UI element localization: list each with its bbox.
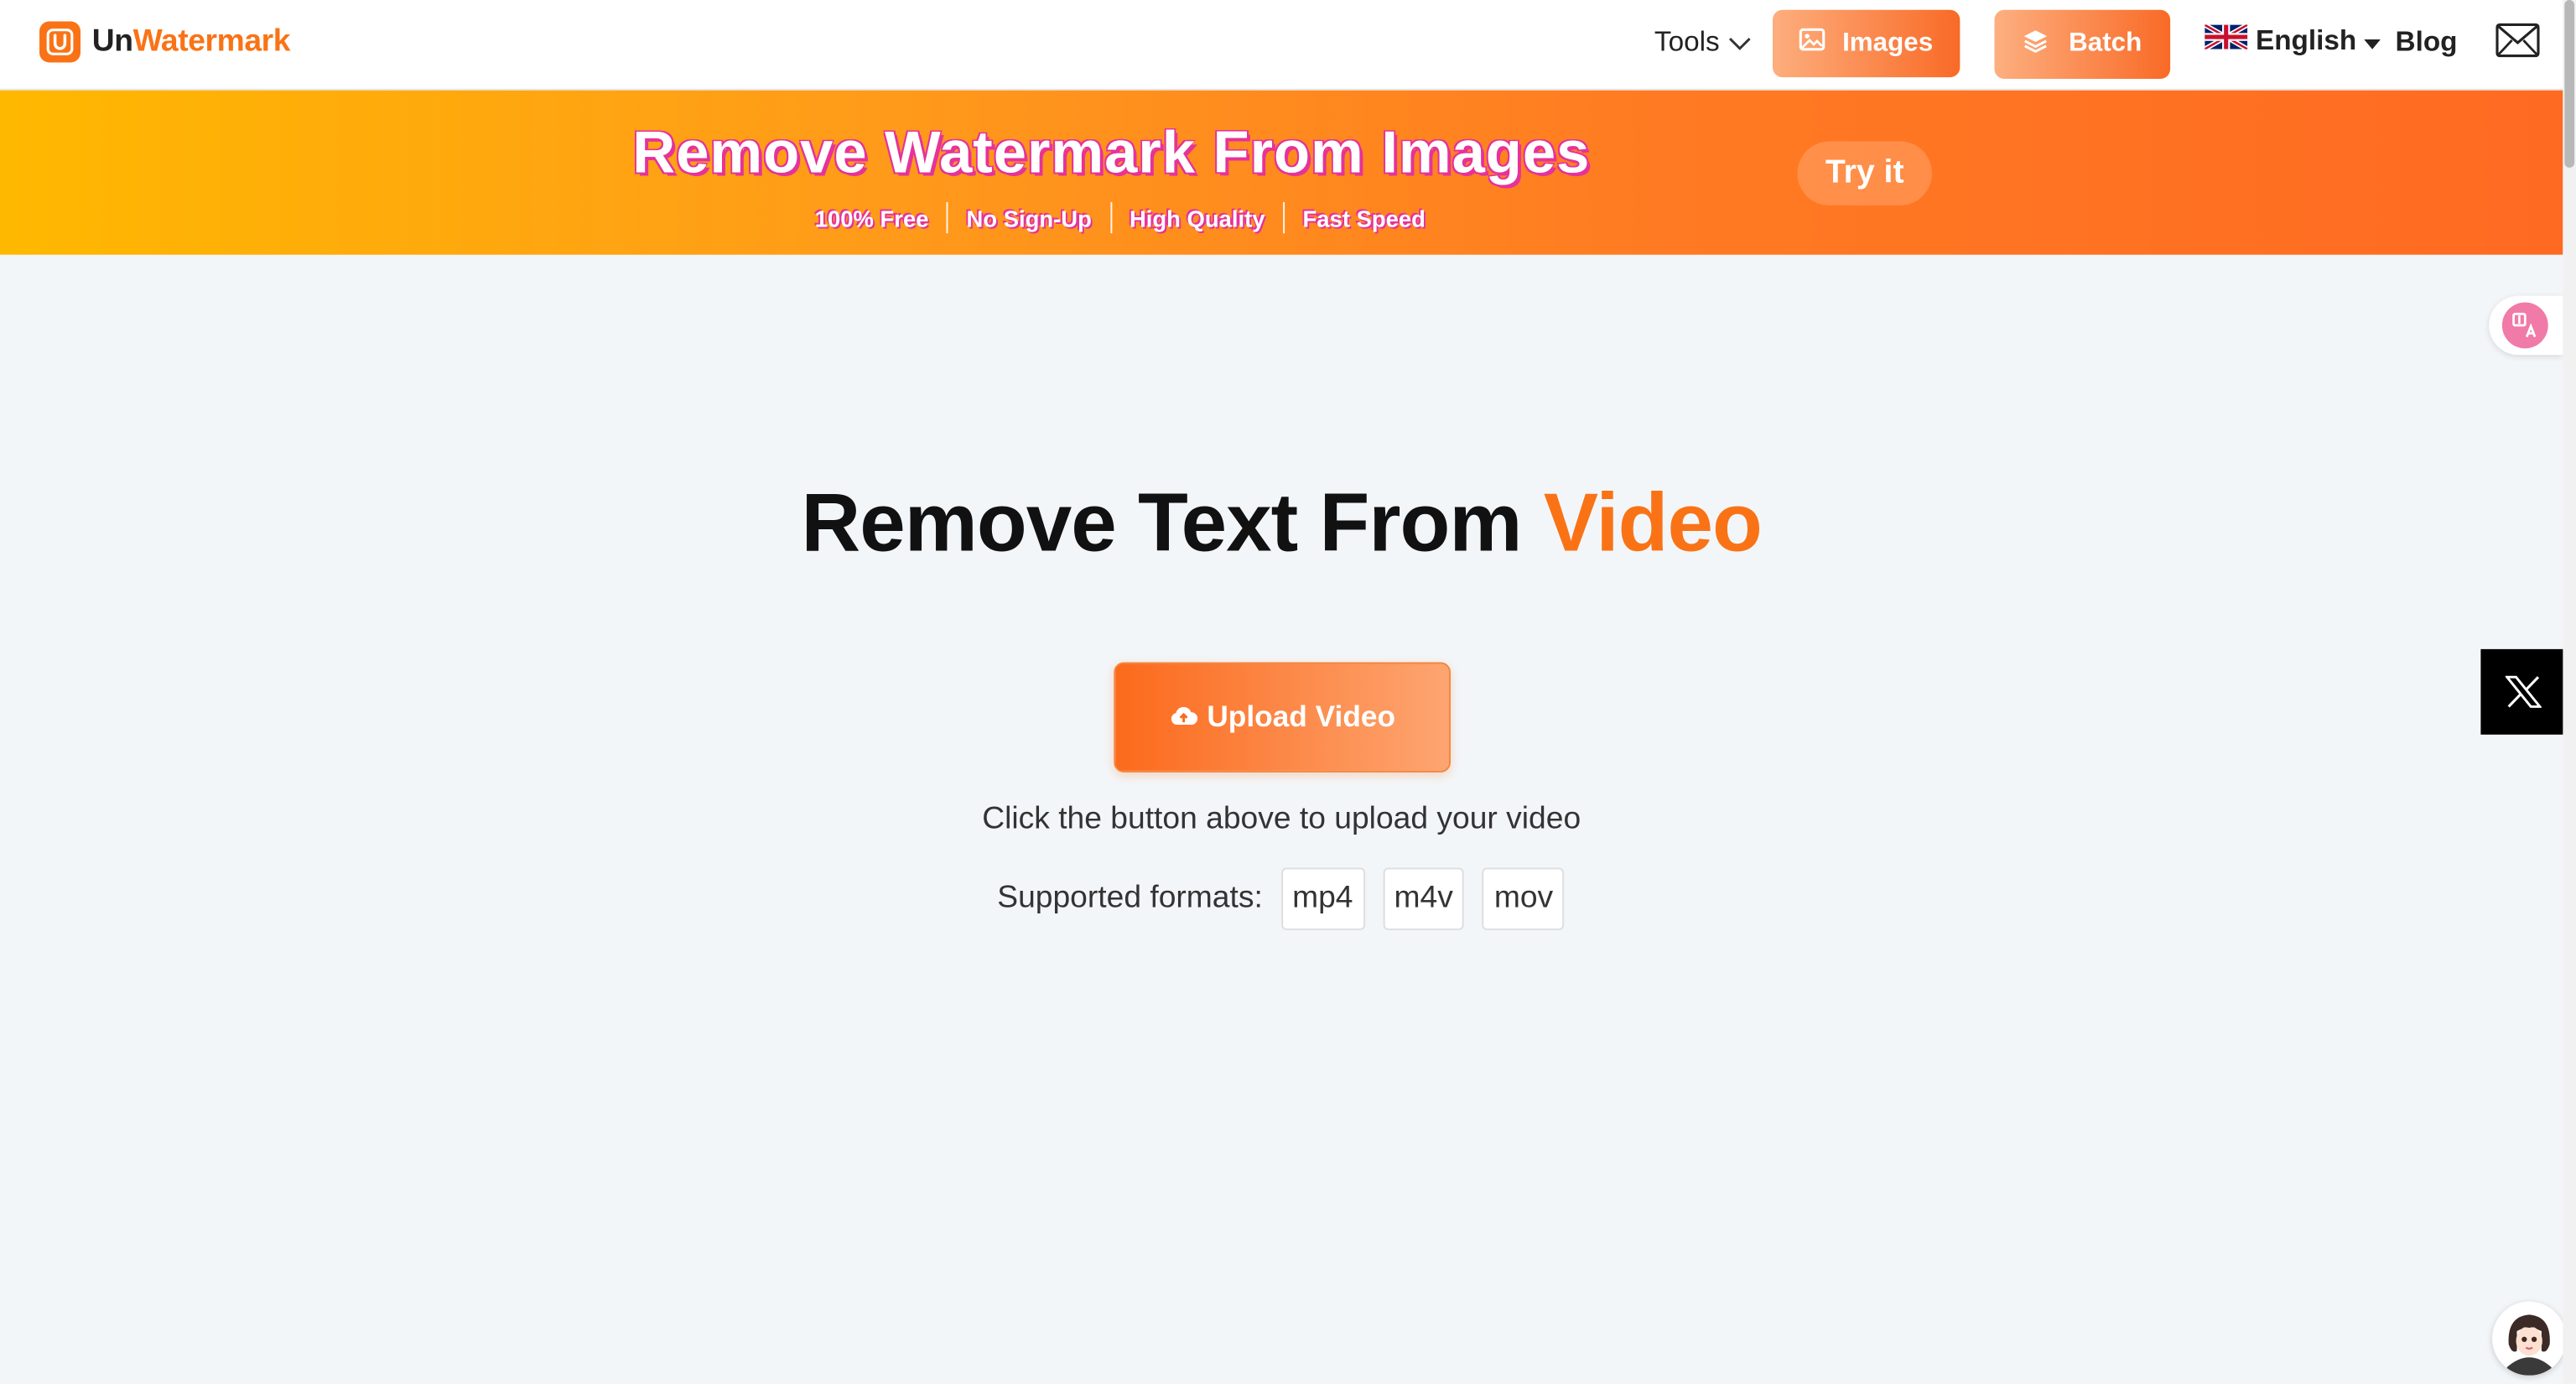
- image-icon: [1800, 28, 1826, 59]
- language-label: English: [2255, 24, 2357, 56]
- mail-icon[interactable]: [2496, 23, 2540, 65]
- batch-button-label: Batch: [2069, 29, 2142, 58]
- language-selector[interactable]: English: [2203, 23, 2381, 57]
- batch-button[interactable]: Batch: [1994, 9, 2171, 80]
- translate-widget[interactable]: [2489, 295, 2563, 356]
- supported-formats: Supported formats: mp4 m4v mov: [997, 867, 1565, 930]
- logo-u-icon: [39, 21, 81, 63]
- images-button[interactable]: Images: [1772, 9, 1961, 78]
- caret-down-icon: [2365, 24, 2381, 57]
- format-chip-mp4: mp4: [1280, 867, 1365, 930]
- upload-hint: Click the button above to upload your vi…: [982, 802, 1581, 837]
- try-it-button[interactable]: Try it: [1797, 141, 1933, 206]
- banner-feature: 100% Free: [814, 204, 929, 232]
- feature-divider: [947, 201, 949, 234]
- top-navbar: UnWatermark Tools Images Batch English B…: [0, 0, 2563, 91]
- scrollbar-thumb[interactable]: [2564, 0, 2575, 168]
- assistant-avatar-icon[interactable]: [2492, 1301, 2567, 1376]
- uk-flag-icon: [2203, 23, 2249, 57]
- upload-video-button[interactable]: Upload Video: [1114, 662, 1451, 773]
- cloud-upload-icon: [1169, 700, 1197, 735]
- translate-icon: [2501, 302, 2548, 349]
- feature-divider: [1283, 201, 1285, 234]
- vertical-scrollbar[interactable]: [2563, 0, 2576, 1384]
- banner-title: Remove Watermark From Images: [632, 118, 1591, 186]
- formats-label: Supported formats:: [997, 881, 1263, 916]
- page-root: UnWatermark Tools Images Batch English B…: [0, 0, 2576, 1384]
- page-title-prefix: Remove Text From: [801, 476, 1523, 569]
- images-button-label: Images: [1842, 29, 1934, 57]
- format-chip-m4v: m4v: [1382, 867, 1465, 930]
- banner-feature: Fast Speed: [1302, 204, 1426, 232]
- site-logo[interactable]: UnWatermark: [39, 21, 291, 63]
- format-chip-mov: mov: [1483, 867, 1565, 930]
- tools-label: Tools: [1654, 26, 1720, 58]
- logo-text-prefix: Un: [91, 23, 133, 59]
- page-title-accent: Video: [1543, 476, 1763, 569]
- logo-text-accent: Watermark: [132, 23, 291, 59]
- promo-banner[interactable]: Remove Watermark From Images 100% Free N…: [0, 90, 2563, 255]
- chevron-down-icon: [1727, 26, 1750, 59]
- tools-menu[interactable]: Tools: [1654, 26, 1751, 59]
- upload-video-label: Upload Video: [1207, 700, 1396, 733]
- banner-feature: High Quality: [1129, 204, 1265, 232]
- logo-text: UnWatermark: [91, 23, 291, 60]
- feature-divider: [1109, 201, 1112, 234]
- page-title: Remove Text From Video: [0, 475, 2563, 570]
- x-logo-icon[interactable]: [2480, 648, 2565, 735]
- blog-link[interactable]: Blog: [2396, 26, 2458, 59]
- banner-features: 100% Free No Sign-Up High Quality Fast S…: [814, 201, 1426, 234]
- banner-feature: No Sign-Up: [966, 204, 1092, 232]
- layers-icon: [2023, 27, 2049, 61]
